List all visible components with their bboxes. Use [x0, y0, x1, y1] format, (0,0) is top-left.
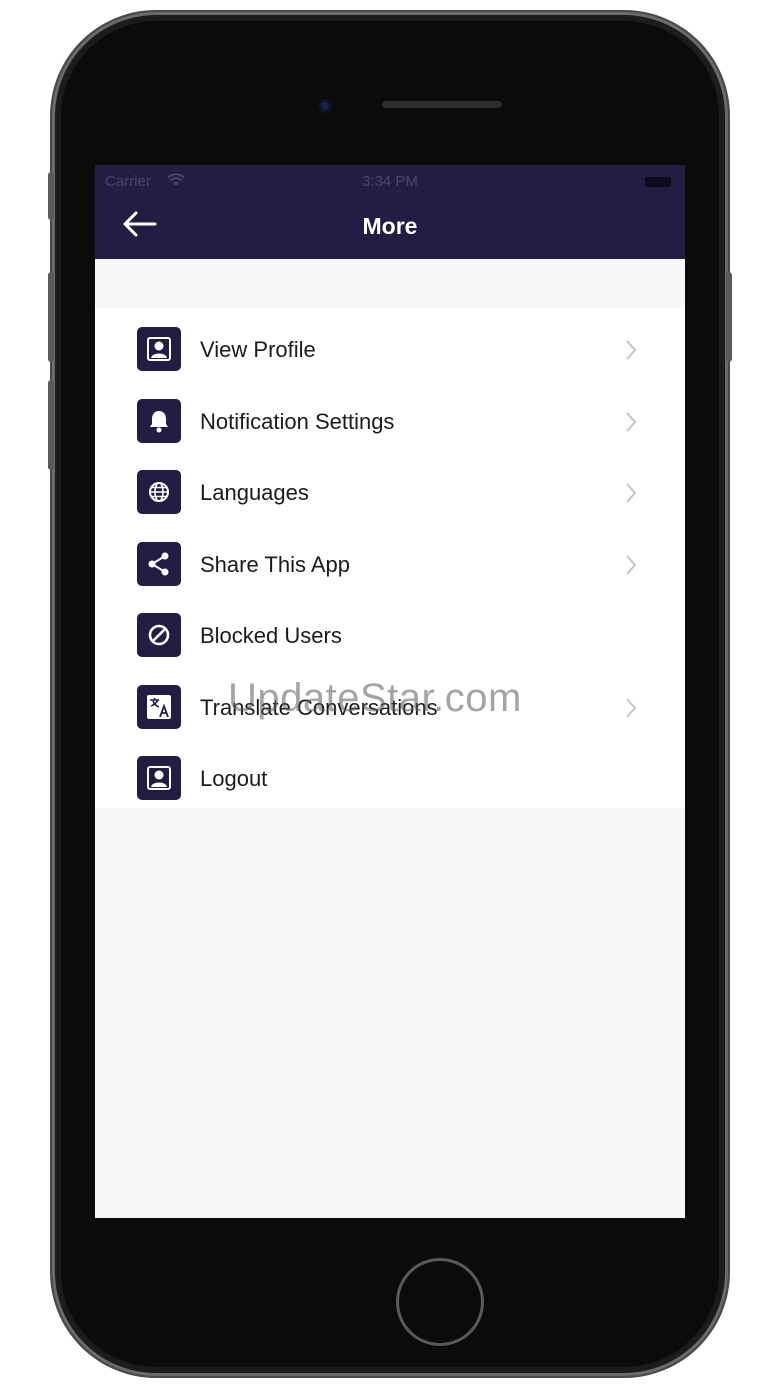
chevron-right-icon — [626, 340, 637, 360]
menu-item-share-this-app[interactable]: Share This App — [95, 528, 685, 600]
menu-item-label: Blocked Users — [200, 623, 342, 648]
menu-item-logout[interactable]: Logout — [95, 742, 685, 814]
block-icon — [137, 613, 181, 657]
translate-icon — [137, 685, 181, 729]
logout-icon — [137, 756, 181, 800]
menu-item-label: Notification Settings — [200, 409, 395, 434]
chevron-right-icon — [626, 412, 637, 432]
menu-item-label: Languages — [200, 480, 309, 505]
menu-item-blocked-users[interactable]: Blocked Users — [95, 599, 685, 671]
share-icon — [137, 542, 181, 586]
chevron-right-icon — [626, 555, 637, 575]
menu-item-label: Share This App — [200, 552, 351, 577]
home-button[interactable] — [396, 1258, 484, 1346]
menu-item-label: View Profile — [200, 337, 316, 362]
menu-item-notification-settings[interactable]: Notification Settings — [95, 385, 685, 457]
chevron-right-icon — [626, 698, 637, 718]
nav-header: Carrier 3:34 PM More — [95, 165, 685, 259]
chevron-right-icon — [626, 483, 637, 503]
menu-item-view-profile[interactable]: View Profile — [95, 313, 685, 385]
menu-item-languages[interactable]: Languages — [95, 456, 685, 528]
status-bar: Carrier 3:34 PM — [95, 171, 685, 193]
profile-icon — [137, 327, 181, 371]
status-time: 3:34 PM — [362, 173, 418, 190]
watermark: UpdateStar.com — [228, 676, 522, 720]
globe-icon — [137, 470, 181, 514]
menu-item-label: Logout — [200, 766, 268, 791]
front-camera — [318, 99, 332, 113]
page-title: More — [362, 213, 418, 239]
earpiece-speaker — [382, 101, 502, 108]
battery-icon — [645, 177, 671, 187]
power-button — [726, 272, 732, 362]
volume-up-button — [48, 272, 54, 362]
mute-switch — [48, 172, 54, 220]
volume-down-button — [48, 380, 54, 470]
menu-list: View Profile Notification Settings Langu… — [95, 308, 685, 808]
bell-icon — [137, 399, 181, 443]
